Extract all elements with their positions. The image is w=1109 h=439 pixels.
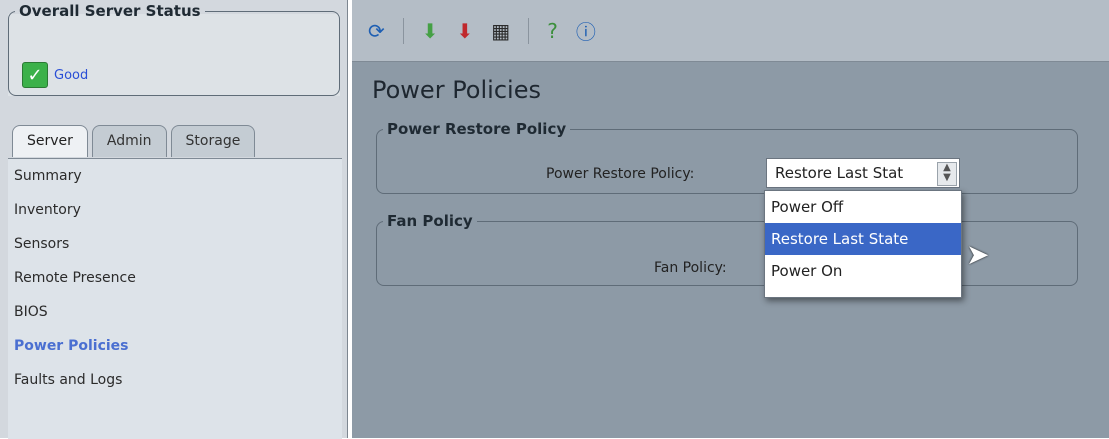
- status-indicator: ✓ Good: [22, 62, 88, 88]
- cursor-icon: ➤: [966, 238, 990, 271]
- nav-item-sensors[interactable]: Sensors: [8, 227, 342, 261]
- toolbar-divider: [402, 17, 404, 44]
- option-power-on[interactable]: Power On: [765, 255, 961, 287]
- toolbar: ⟳ ⬇ ⬇ ▦ ? ⓘ: [352, 0, 1109, 62]
- nav-item-inventory[interactable]: Inventory: [8, 193, 342, 227]
- power-restore-select[interactable]: Restore Last Stat ▲ ▼: [766, 158, 960, 188]
- keyboard-icon[interactable]: ▦: [491, 19, 510, 43]
- info-icon[interactable]: ⓘ: [576, 16, 596, 45]
- power-restore-label: Power Restore Policy:: [546, 166, 695, 182]
- help-icon[interactable]: ?: [547, 19, 558, 43]
- fan-policy-title: Fan Policy: [387, 212, 473, 230]
- tab-admin[interactable]: Admin: [91, 125, 167, 157]
- toolbar-divider: [528, 17, 530, 44]
- power-restore-group: Power Restore Policy: [376, 120, 1078, 194]
- page-title: Power Policies: [372, 76, 541, 104]
- nav-item-summary[interactable]: Summary: [8, 159, 342, 193]
- nav-item-remote-presence[interactable]: Remote Presence: [8, 261, 342, 295]
- power-restore-title: Power Restore Policy: [387, 120, 567, 138]
- nav-item-bios[interactable]: BIOS: [8, 295, 342, 329]
- fan-policy-label: Fan Policy:: [654, 260, 727, 276]
- tab-storage[interactable]: Storage: [170, 125, 256, 157]
- status-value: Good: [54, 67, 89, 83]
- download-green-icon[interactable]: ⬇: [422, 19, 439, 43]
- server-status-title: Overall Server Status: [19, 2, 201, 20]
- nav-item-faults-logs[interactable]: Faults and Logs: [8, 363, 342, 397]
- tab-server[interactable]: Server: [12, 125, 88, 157]
- main-panel: ⟳ ⬇ ⬇ ▦ ? ⓘ Power Policies Power Restore…: [352, 0, 1109, 438]
- spinner-icon[interactable]: ▲ ▼: [937, 162, 957, 186]
- restore-policy-dropdown: Power Off Restore Last State Power On: [764, 190, 962, 298]
- nav-item-power-policies[interactable]: Power Policies: [8, 329, 342, 363]
- option-power-off[interactable]: Power Off: [765, 191, 961, 223]
- left-panel: Overall Server Status ✓ Good Server Admi…: [0, 0, 348, 439]
- refresh-icon[interactable]: ⟳: [368, 19, 385, 43]
- server-status-box: Overall Server Status ✓ Good: [8, 2, 340, 96]
- checkmark-icon: ✓: [22, 62, 48, 88]
- power-restore-value: Restore Last Stat: [775, 164, 904, 182]
- download-red-icon[interactable]: ⬇: [457, 19, 474, 43]
- option-restore-last-state[interactable]: Restore Last State: [765, 223, 961, 255]
- nav-list: Summary Inventory Sensors Remote Presenc…: [8, 158, 342, 439]
- tab-bar: Server Admin Storage: [12, 125, 256, 157]
